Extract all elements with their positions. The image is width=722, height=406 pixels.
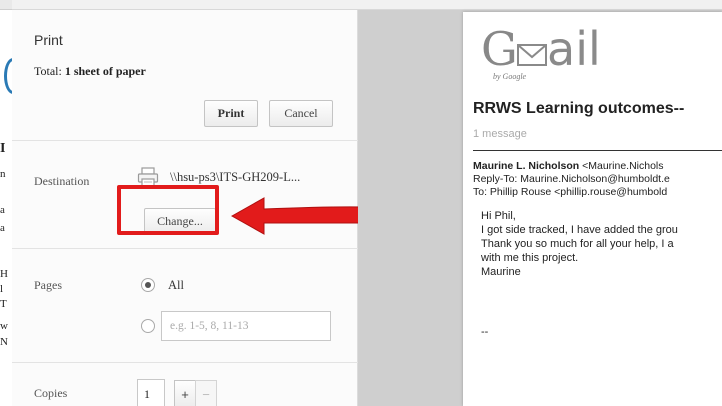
background-text-fragment: n: [0, 168, 6, 180]
email-body-line: Maurine: [481, 266, 521, 278]
section-divider: [12, 362, 358, 363]
pages-all-label[interactable]: All: [168, 278, 184, 293]
email-signature-separator: --: [481, 326, 489, 338]
total-value: 1 sheet of paper: [64, 64, 146, 78]
pages-range-input[interactable]: e.g. 1-5, 8, 11-13: [161, 311, 331, 341]
background-text-fragment: H: [0, 268, 8, 280]
message-count: 1 message: [473, 128, 527, 140]
logo-byline: by Google: [493, 72, 527, 81]
email-from: Maurine L. Nicholson <Maurine.Nichols: [473, 160, 664, 172]
destination-label: Destination: [34, 174, 90, 188]
gmail-logo: G ail by Google: [481, 22, 621, 81]
envelope-icon: [517, 44, 547, 66]
sender-name: Maurine L. Nicholson: [473, 160, 580, 172]
background-toolbar: [0, 0, 12, 10]
email-body-line: Thank you so much for all your help, I a: [481, 238, 674, 250]
background-logo-icon: [4, 58, 12, 94]
logo-letters-ail: ail: [547, 22, 601, 76]
preview-page: G ail by Google RRWS Learning outcomes--…: [463, 12, 722, 406]
copies-label: Copies: [34, 386, 68, 400]
email-to: To: Phillip Rouse <phillip.rouse@humbold: [473, 186, 668, 198]
background-page: I n a a H l T w N: [0, 0, 12, 406]
background-text-fragment: I: [0, 141, 6, 156]
pages-all-radio[interactable]: [141, 278, 155, 292]
printer-icon: [137, 167, 159, 187]
background-text-fragment: w: [0, 320, 8, 332]
sender-email: <Maurine.Nichols: [579, 160, 664, 172]
background-text-fragment: T: [0, 298, 7, 310]
window-top-strip: [12, 0, 722, 10]
cancel-button[interactable]: Cancel: [269, 100, 333, 127]
header-divider: [473, 150, 722, 151]
email-body-line: with me this project.: [481, 252, 579, 264]
printer-name: \\hsu-ps3\ITS-GH209-L...: [170, 170, 301, 184]
background-text-fragment: a: [0, 204, 5, 216]
background-text-fragment: a: [0, 222, 5, 234]
total-label: Total:: [34, 64, 62, 78]
section-divider: [12, 248, 358, 249]
change-destination-button[interactable]: Change...: [144, 208, 216, 234]
email-body-line: I got side tracked, I have added the gro…: [481, 224, 678, 236]
sheet-total: Total: 1 sheet of paper: [34, 64, 146, 79]
dialog-title: Print: [34, 32, 63, 48]
email-body-line: Hi Phil,: [481, 210, 516, 222]
copies-increment-button[interactable]: +: [174, 380, 196, 406]
email-subject: RRWS Learning outcomes--: [473, 100, 685, 117]
section-divider: [12, 140, 358, 141]
copies-decrement-button[interactable]: −: [195, 380, 217, 406]
logo-letter-g: G: [481, 22, 518, 76]
pages-custom-radio[interactable]: [141, 319, 155, 333]
print-button[interactable]: Print: [204, 100, 258, 127]
email-reply-to: Reply-To: Maurine.Nicholson@humboldt.e: [473, 173, 670, 185]
pages-label: Pages: [34, 278, 62, 292]
background-text-fragment: l: [0, 283, 4, 295]
print-settings-panel: Print Total: 1 sheet of paper Print Canc…: [12, 10, 358, 406]
copies-input[interactable]: 1: [137, 379, 165, 406]
background-text-fragment: N: [0, 336, 8, 348]
